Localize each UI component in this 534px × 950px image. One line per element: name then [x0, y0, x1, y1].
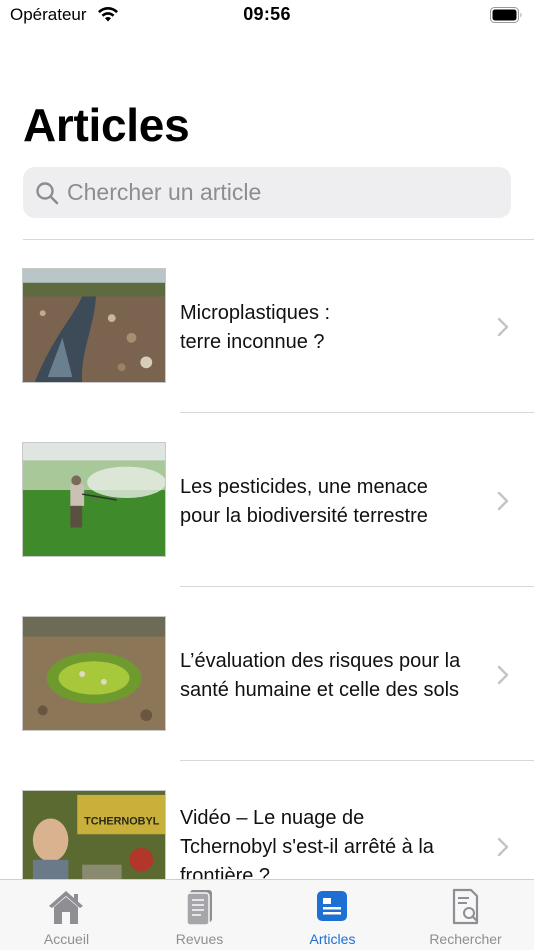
tab-label: Articles	[309, 931, 356, 947]
search-bar[interactable]	[23, 167, 511, 218]
article-row-pesticides[interactable]: Les pesticides, une menace pour la biodi…	[0, 414, 534, 588]
chevron-right-icon	[497, 837, 509, 857]
tab-label: Rechercher	[429, 931, 502, 947]
tab-rechercher[interactable]: Rechercher	[399, 880, 532, 950]
row-divider	[180, 586, 534, 587]
article-row-microplastics[interactable]: Microplastiques : terre inconnue ?	[0, 240, 534, 414]
row-divider	[180, 412, 534, 413]
article-title: Les pesticides, une menace pour la biodi…	[180, 476, 428, 527]
article-thumbnail	[22, 442, 166, 557]
tab-articles[interactable]: Articles	[266, 880, 399, 950]
video-thumbnail-title: TCHERNOBYL	[84, 815, 160, 827]
chevron-right-icon	[497, 317, 509, 337]
chevron-right-icon	[497, 665, 509, 685]
tab-revues[interactable]: Revues	[133, 880, 266, 950]
chevron-right-icon	[497, 491, 509, 511]
row-divider	[180, 760, 534, 761]
status-bar: Opérateur 09:56	[0, 0, 534, 34]
tab-bar: Accueil Revues Articles Rechercher	[0, 879, 534, 950]
home-icon	[49, 891, 83, 924]
article-row-risk-assessment[interactable]: L’évaluation des risques pour la santé h…	[0, 588, 534, 762]
tab-accueil[interactable]: Accueil	[0, 880, 133, 950]
article-title: Vidéo – Le nuage de Tchernobyl s'est-il …	[180, 807, 434, 887]
book-icon	[186, 890, 212, 926]
document-search-icon	[452, 888, 479, 925]
tab-label: Revues	[175, 931, 224, 947]
status-time: 09:56	[243, 4, 291, 24]
battery-icon	[490, 7, 522, 23]
article-icon	[317, 891, 347, 921]
article-title: L’évaluation des risques pour la santé h…	[180, 650, 461, 701]
search-input[interactable]	[67, 167, 497, 218]
tab-label: Accueil	[43, 931, 90, 947]
page-title: Articles	[23, 99, 190, 151]
search-icon	[36, 182, 59, 205]
article-thumbnail	[22, 616, 166, 731]
article-title: Microplastiques : terre inconnue ?	[180, 302, 331, 353]
article-thumbnail	[22, 268, 166, 383]
